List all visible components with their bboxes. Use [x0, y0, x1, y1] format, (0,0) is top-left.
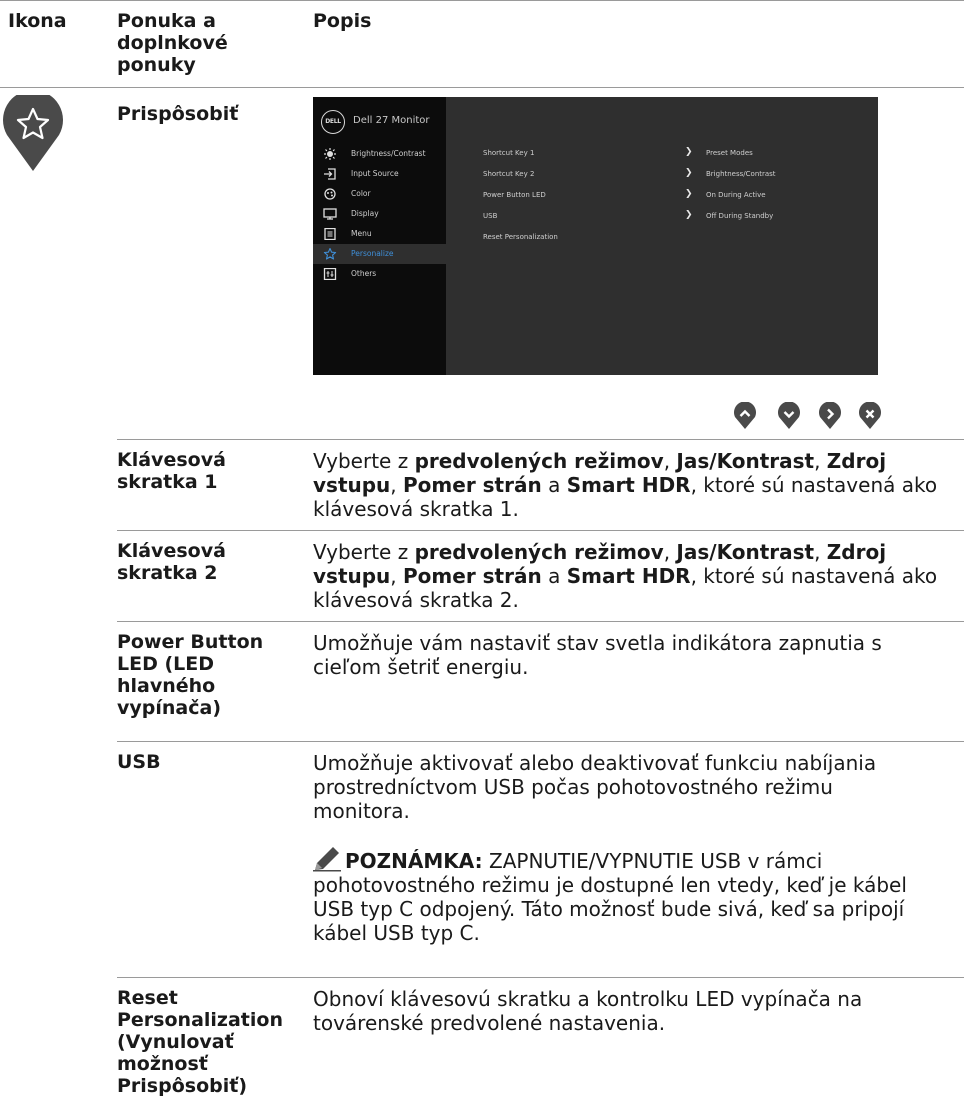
osd-sidebar: DELL Dell 27 Monitor Brightness/Contrast…: [313, 97, 446, 375]
star-icon: [323, 248, 337, 260]
color-icon: [324, 188, 336, 200]
osd-menu-label: Menu: [351, 229, 372, 238]
osd-menu-label: Others: [351, 269, 377, 278]
down-icon[interactable]: [777, 402, 801, 430]
dell-logo: DELL: [321, 110, 345, 134]
osd-menu-label: Personalize: [351, 249, 394, 258]
osd-menu-brightness[interactable]: Brightness/Contrast: [313, 144, 446, 164]
row-label-shortcut-key-1: Klávesová skratka 1: [117, 449, 226, 493]
osd-menu-color[interactable]: Color: [313, 184, 446, 204]
usb-note: POZNÁMKA: ZAPNUTIE/VYPNUTIE USB v rámci …: [313, 846, 953, 945]
chevron-right-icon: ❯: [685, 168, 693, 178]
up-icon[interactable]: [733, 402, 757, 430]
others-icon: [323, 268, 337, 280]
row-rule: [117, 621, 964, 622]
header-icon: Ikona: [8, 10, 67, 32]
row-label-usb: USB: [117, 751, 161, 773]
header-description: Popis: [313, 10, 372, 32]
osd-submenu-usb[interactable]: USB: [483, 212, 497, 220]
osd-menu-label: Color: [351, 189, 371, 198]
header-rule: [0, 87, 964, 88]
row-desc-shortcut-key-2: Vyberte z predvolených režimov, Jas/Kont…: [313, 540, 938, 612]
brightness-icon: [324, 148, 336, 160]
row-rule: [117, 530, 964, 531]
top-rule: [0, 0, 964, 1]
osd-menu-personalize[interactable]: Personalize: [313, 244, 446, 264]
display-icon: [323, 208, 337, 220]
osd-submenu-shortcut-key-2[interactable]: Shortcut Key 2: [483, 170, 534, 178]
row-rule: [117, 977, 964, 978]
osd-screenshot: DELL Dell 27 Monitor Brightness/Contrast…: [313, 97, 878, 375]
osd-submenu-reset-personalization[interactable]: Reset Personalization: [483, 233, 558, 241]
input-source-icon: [324, 168, 336, 180]
chevron-right-icon: ❯: [685, 189, 693, 199]
osd-title: Dell 27 Monitor: [353, 115, 430, 126]
row-label-reset-personalization: Reset Personalization (Vynulovať možnosť…: [117, 987, 283, 1097]
osd-value: Preset Modes: [706, 149, 753, 157]
osd-menu-display[interactable]: Display: [313, 204, 446, 224]
osd-submenu-power-button-led[interactable]: Power Button LED: [483, 191, 546, 199]
osd-value: Brightness/Contrast: [706, 170, 776, 178]
osd-menu-label: Display: [351, 209, 379, 218]
section-title: Prispôsobiť: [117, 103, 239, 125]
osd-value: Off During Standby: [706, 212, 774, 220]
row-desc-power-button-led: Umožňuje vám nastaviť stav svetla indiká…: [313, 631, 882, 679]
row-rule: [117, 439, 964, 440]
row-desc-reset-personalization: Obnoví klávesovú skratku a kontrolku LED…: [313, 987, 863, 1035]
chevron-right-icon: ❯: [685, 210, 693, 220]
row-desc-shortcut-key-1: Vyberte z predvolených režimov, Jas/Kont…: [313, 449, 938, 521]
osd-menu-menu[interactable]: Menu: [313, 224, 446, 244]
row-label-shortcut-key-2: Klávesová skratka 2: [117, 540, 226, 584]
row-rule: [117, 741, 964, 742]
osd-menu-input-source[interactable]: Input Source: [313, 164, 446, 184]
header-menu: Ponuka a doplnkové ponuky: [117, 10, 228, 76]
osd-submenu-shortcut-key-1[interactable]: Shortcut Key 1: [483, 149, 534, 157]
pencil-icon: [313, 847, 341, 872]
osd-menu-label: Input Source: [351, 169, 399, 178]
menu-icon: [324, 228, 336, 240]
star-icon: [3, 95, 63, 171]
row-label-power-button-led: Power Button LED (LED hlavného vypínača): [117, 631, 264, 719]
osd-value: On During Active: [706, 191, 766, 199]
osd-menu-others[interactable]: Others: [313, 264, 446, 284]
close-icon[interactable]: [858, 402, 882, 430]
osd-menu-label: Brightness/Contrast: [351, 149, 426, 158]
right-icon[interactable]: [818, 402, 842, 430]
row-desc-usb: Umožňuje aktivovať alebo deaktivovať fun…: [313, 751, 877, 823]
chevron-right-icon: ❯: [685, 147, 693, 157]
